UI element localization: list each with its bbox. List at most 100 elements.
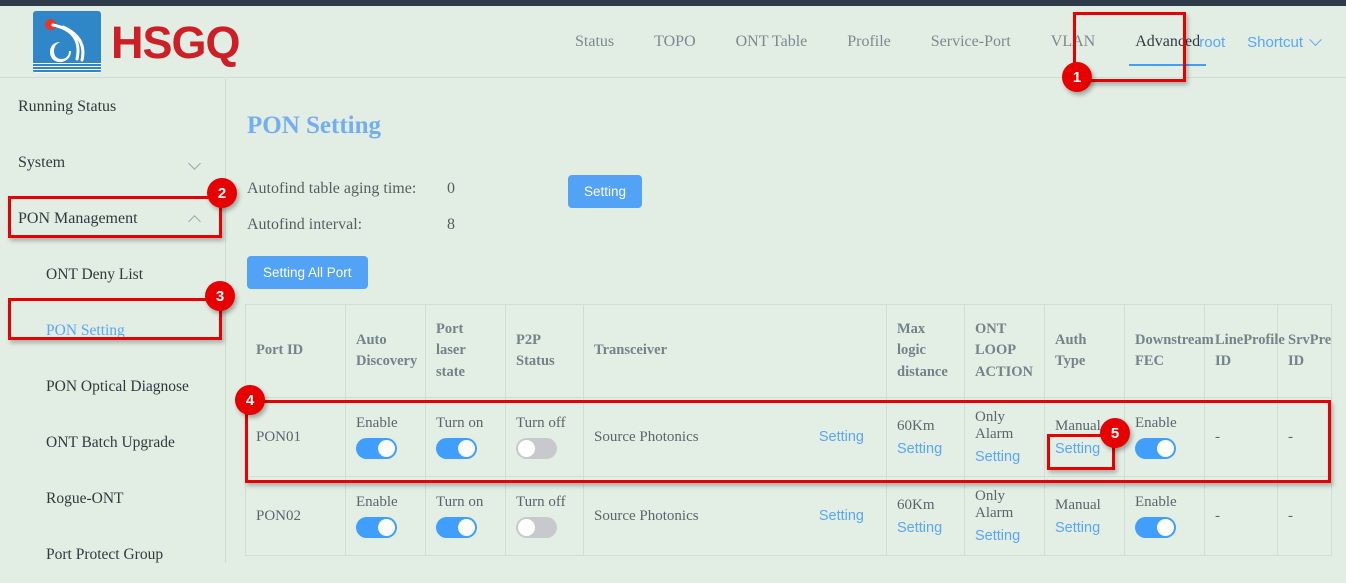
auth-type-setting-link[interactable]: Setting <box>1055 520 1100 536</box>
shortcut-label: Shortcut <box>1247 34 1303 51</box>
cell-port-id: PON02 <box>246 477 346 556</box>
sidebar-item-label: Running Status <box>18 98 116 116</box>
cell-srv-pre-id: - <box>1278 477 1332 556</box>
sidebar-item-label: PON Management <box>18 210 138 228</box>
col-header-line-profile-id: LineProfile ID <box>1205 305 1278 398</box>
nav-tab-topo[interactable]: TOPO <box>634 6 716 78</box>
port-laser-state-toggle[interactable] <box>436 438 477 459</box>
cell-port-laser-state: Turn on <box>426 398 506 477</box>
shortcut-menu[interactable]: Shortcut <box>1247 34 1320 51</box>
toggle-label: Enable <box>1135 494 1177 511</box>
logo-wordmark: HSGQ <box>111 20 240 65</box>
col-header-port-id: Port ID <box>246 305 346 398</box>
nav-tab-service-port[interactable]: Service-Port <box>911 6 1031 78</box>
sidebar-item-label: ONT Deny List <box>46 266 143 284</box>
toggle-label: Enable <box>356 415 398 432</box>
col-header-max-logic-distance: Max logic distance <box>887 305 965 398</box>
downstream-fec-toggle[interactable] <box>1135 438 1176 459</box>
logo-stripes-icon <box>33 63 101 73</box>
toggle-knob <box>518 519 535 536</box>
max-logic-distance-setting-link[interactable]: Setting <box>897 520 942 536</box>
cell-auth-type: Manual Setting <box>1045 398 1125 477</box>
cell-max-logic-distance: 60Km Setting <box>887 398 965 477</box>
transceiver-value: Source Photonics <box>594 429 699 445</box>
field-value: 0 <box>447 180 455 198</box>
sidebar-item-label: PON Optical Diagnose <box>46 378 189 396</box>
port-laser-state-toggle[interactable] <box>436 517 477 538</box>
auth-type-value: Manual <box>1055 418 1101 435</box>
sidebar-item-label: PON Setting <box>46 322 125 340</box>
col-header-transceiver: Transceiver <box>584 305 887 398</box>
chevron-down-icon <box>1309 33 1322 46</box>
sidebar-item-port-protect-group[interactable]: Port Protect Group <box>0 527 225 583</box>
cell-auto-discovery: Enable <box>346 398 426 477</box>
auth-type-setting-link[interactable]: Setting <box>1055 441 1100 457</box>
hsgq-logo-icon <box>33 11 101 73</box>
ont-loop-action-value: Only Alarm <box>975 488 1034 522</box>
toggle-label: Turn on <box>436 415 483 432</box>
sidebar-item-running-status[interactable]: Running Status <box>0 79 225 135</box>
toggle-label: Enable <box>1135 415 1177 432</box>
chevron-down-icon <box>188 157 201 170</box>
ont-loop-action-setting-link[interactable]: Setting <box>975 528 1020 544</box>
sidebar-item-ont-batch-upgrade[interactable]: ONT Batch Upgrade <box>0 415 225 471</box>
ont-loop-action-setting-link[interactable]: Setting <box>975 449 1020 465</box>
ont-loop-action-value: Only Alarm <box>975 409 1034 443</box>
toggle-knob <box>458 440 475 457</box>
main-content: PON Setting Autofind table aging time: 0… <box>227 79 1346 563</box>
setting-all-port-button[interactable]: Setting All Port <box>247 256 368 289</box>
sidebar-item-system[interactable]: System <box>0 135 225 191</box>
sidebar-item-ont-deny-list[interactable]: ONT Deny List <box>0 247 225 303</box>
table-row: PON01 Enable Turn on <box>246 398 1332 477</box>
max-logic-distance-value: 60Km <box>897 497 935 514</box>
field-label: Autofind interval: <box>247 216 447 234</box>
cell-srv-pre-id: - <box>1278 398 1332 477</box>
sidebar-item-pon-setting[interactable]: PON Setting <box>0 303 225 359</box>
current-user-label[interactable]: root <box>1199 34 1225 51</box>
transceiver-setting-link[interactable]: Setting <box>819 429 864 445</box>
cell-auto-discovery: Enable <box>346 477 426 556</box>
pon-table-wrapper: Port ID Auto Discovery Port laser state … <box>245 304 1331 556</box>
auto-discovery-toggle[interactable] <box>356 438 397 459</box>
field-autofind-interval: Autofind interval: 8 <box>247 216 455 234</box>
sidebar-item-label: Port Protect Group <box>46 546 163 564</box>
transceiver-value: Source Photonics <box>594 508 699 524</box>
sidebar-item-pon-optical-diagnose[interactable]: PON Optical Diagnose <box>0 359 225 415</box>
field-label: Autofind table aging time: <box>247 180 447 198</box>
downstream-fec-toggle[interactable] <box>1135 517 1176 538</box>
col-header-auth-type: Auth Type <box>1045 305 1125 398</box>
col-header-srv-pre-id: SrvPre ID <box>1278 305 1332 398</box>
nav-tab-ont-table[interactable]: ONT Table <box>716 6 828 78</box>
sidebar-nav: Running Status System PON Management ONT… <box>0 79 226 563</box>
nav-tab-vlan[interactable]: VLAN <box>1031 6 1115 78</box>
pon-table: Port ID Auto Discovery Port laser state … <box>245 304 1332 556</box>
table-header-row: Port ID Auto Discovery Port laser state … <box>246 305 1332 398</box>
cell-port-id: PON01 <box>246 398 346 477</box>
p2p-status-toggle[interactable] <box>516 438 557 459</box>
toggle-label: Turn off <box>516 494 566 511</box>
col-header-auto-discovery: Auto Discovery <box>346 305 426 398</box>
col-header-ont-loop-action: ONT LOOP ACTION <box>965 305 1045 398</box>
transceiver-setting-link[interactable]: Setting <box>819 508 864 524</box>
toggle-knob <box>1157 440 1174 457</box>
nav-tab-status[interactable]: Status <box>555 6 634 78</box>
col-header-p2p-status: P2P Status <box>506 305 584 398</box>
main-nav: Status TOPO ONT Table Profile Service-Po… <box>555 6 1220 78</box>
cell-downstream-fec: Enable <box>1125 398 1205 477</box>
setting-button[interactable]: Setting <box>568 175 642 208</box>
nav-tab-profile[interactable]: Profile <box>827 6 911 78</box>
page-title: PON Setting <box>247 112 381 140</box>
col-header-downstream-fec: Downstream FEC <box>1125 305 1205 398</box>
cell-p2p-status: Turn off <box>506 477 584 556</box>
sidebar-item-rogue-ont[interactable]: Rogue-ONT <box>0 471 225 527</box>
p2p-status-toggle[interactable] <box>516 517 557 538</box>
toggle-knob <box>378 519 395 536</box>
cell-ont-loop-action: Only Alarm Setting <box>965 398 1045 477</box>
toggle-knob <box>518 440 535 457</box>
sidebar-item-pon-management[interactable]: PON Management <box>0 191 225 247</box>
cell-p2p-status: Turn off <box>506 398 584 477</box>
auto-discovery-toggle[interactable] <box>356 517 397 538</box>
brand-logo[interactable]: HSGQ <box>33 11 240 73</box>
toggle-knob <box>378 440 395 457</box>
max-logic-distance-setting-link[interactable]: Setting <box>897 441 942 457</box>
